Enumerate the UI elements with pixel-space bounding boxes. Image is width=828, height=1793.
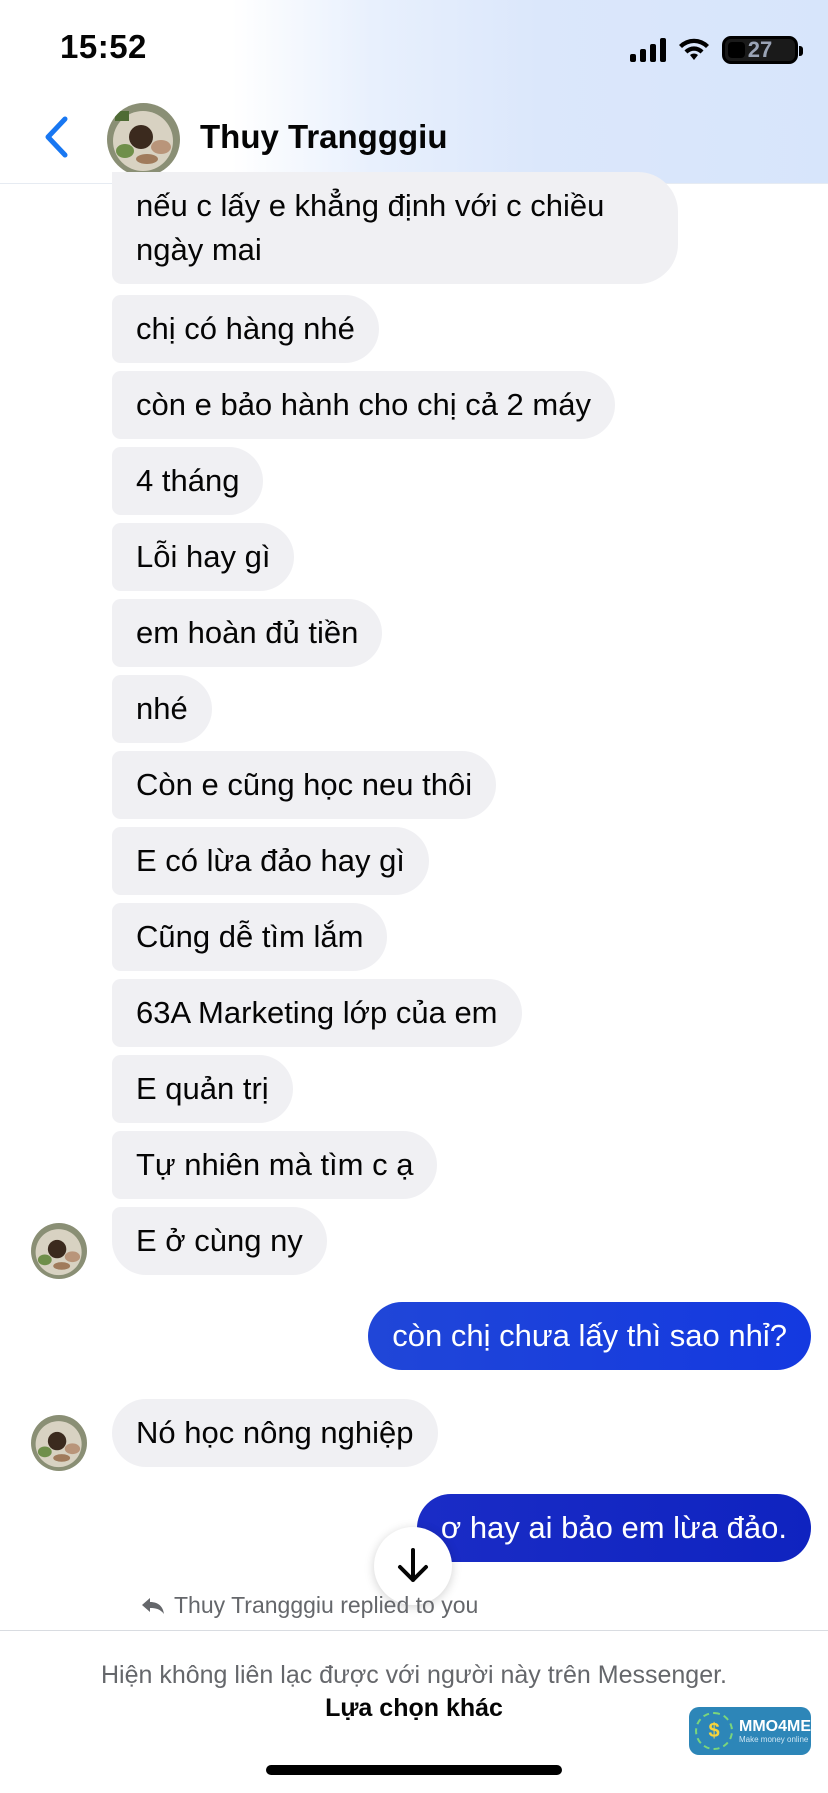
received-message[interactable]: 63A Marketing lớp của em — [112, 979, 522, 1047]
reply-indicator-text: Thuy Trangggiu replied to you — [174, 1592, 479, 1618]
battery-level: 27 — [747, 37, 773, 62]
message-text: Lỗi hay gì — [136, 539, 271, 574]
dollar-coin-icon: $ — [695, 1712, 733, 1750]
received-message[interactable]: 4 tháng — [112, 447, 264, 515]
message-text: Nó học nông nghiệp — [136, 1415, 414, 1450]
watermark-logo: $ MMO4ME Make money online — [689, 1707, 811, 1755]
reply-indicator: Thuy Trangggiu replied to you — [140, 1592, 478, 1619]
message-text: Cũng dễ tìm lắm — [136, 919, 364, 954]
received-message[interactable]: E quản trị — [112, 1055, 293, 1123]
received-message[interactable]: em hoàn đủ tiền — [112, 599, 383, 667]
watermark-tagline: Make money online — [739, 1734, 809, 1744]
unavailable-notice: Hiện không liên lạc được với người này t… — [100, 1661, 727, 1689]
chevron-left-icon — [45, 116, 68, 158]
battery-icon: 27 — [722, 36, 803, 64]
message-text: chị có hàng nhé — [136, 311, 355, 346]
received-message[interactable]: E có lừa đảo hay gì — [112, 827, 429, 895]
status-icons: 27 — [630, 36, 803, 64]
wifi-icon — [679, 38, 709, 60]
message-text: E ở cùng ny — [136, 1223, 303, 1258]
status-bar: 15:52 27 — [0, 0, 828, 100]
message-text: nhé — [136, 691, 188, 726]
message-text: E có lừa đảo hay gì — [136, 843, 405, 878]
received-message[interactable]: Nó học nông nghiệp — [112, 1399, 438, 1467]
contact-name[interactable]: Thuy Trangggiu — [200, 118, 447, 156]
sent-message[interactable]: còn chị chưa lấy thì sao nhỉ? — [368, 1302, 811, 1370]
received-message[interactable]: chị có hàng nhé — [112, 295, 379, 363]
back-button[interactable] — [36, 112, 76, 162]
received-message[interactable]: nếu c lấy e khẳng định với c chiều ngày … — [112, 172, 678, 284]
arrow-down-icon — [398, 1548, 428, 1582]
received-message[interactable]: còn e bảo hành cho chị cả 2 máy — [112, 371, 615, 439]
message-text: còn e bảo hành cho chị cả 2 máy — [136, 387, 591, 422]
message-text: 63A Marketing lớp của em — [136, 995, 498, 1030]
cellular-signal-icon — [630, 38, 666, 62]
sent-message[interactable]: ơ hay ai bảo em lừa đảo. — [416, 1494, 811, 1562]
received-message[interactable]: nhé — [112, 675, 212, 743]
home-indicator[interactable] — [266, 1765, 562, 1775]
received-message[interactable]: Cũng dễ tìm lắm — [112, 903, 388, 971]
received-message[interactable]: Còn e cũng học neu thôi — [112, 751, 497, 819]
watermark-brand: MMO4ME — [739, 1717, 811, 1735]
message-text: còn chị chưa lấy thì sao nhỉ? — [392, 1318, 787, 1353]
contact-avatar[interactable] — [107, 103, 180, 176]
message-text: Còn e cũng học neu thôi — [136, 767, 473, 802]
message-text: nếu c lấy e khẳng định với c chiều ngày … — [136, 188, 605, 267]
message-text: 4 tháng — [136, 463, 240, 498]
received-message[interactable]: Tự nhiên mà tìm c ạ — [112, 1131, 438, 1199]
received-message[interactable]: Lỗi hay gì — [112, 523, 295, 591]
sender-avatar[interactable] — [31, 1415, 87, 1471]
message-text: Tự nhiên mà tìm c ạ — [136, 1147, 414, 1182]
message-text: em hoàn đủ tiền — [136, 615, 359, 650]
message-text: E quản trị — [136, 1071, 269, 1106]
conversation-header: 15:52 27 Thuy Trangggiu — [0, 0, 828, 184]
message-text: ơ hay ai bảo em lừa đảo. — [440, 1510, 787, 1545]
received-message[interactable]: E ở cùng ny — [112, 1207, 327, 1275]
reply-arrow-icon — [142, 1597, 164, 1614]
sender-avatar[interactable] — [31, 1223, 87, 1279]
status-time: 15:52 — [60, 28, 147, 65]
